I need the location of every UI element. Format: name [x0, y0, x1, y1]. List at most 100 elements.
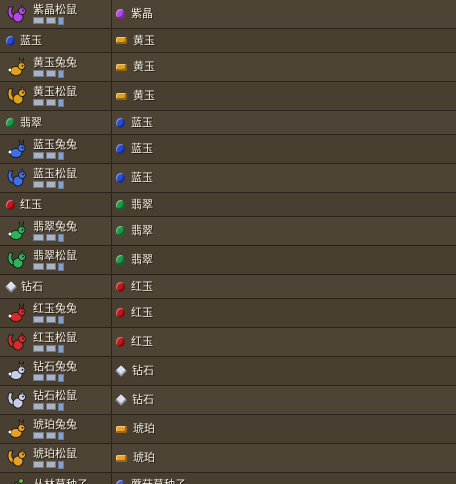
result-cell: 翡翠	[112, 193, 456, 216]
topaz-icon	[116, 37, 127, 44]
platform-badge-icon	[58, 151, 64, 160]
source-cell: 翡翠松鼠	[0, 246, 112, 274]
result-name[interactable]: 黄玉	[133, 34, 155, 47]
bunny-icon	[7, 221, 26, 240]
table-row: 蓝玉兔兔 蓝玉	[0, 135, 456, 164]
platform-badge-icon	[58, 344, 64, 353]
item-name[interactable]: 翡翠松鼠	[33, 249, 77, 262]
item-name[interactable]: 蓝玉兔兔	[33, 138, 77, 151]
emerald-icon	[116, 199, 125, 210]
result-name[interactable]: 红玉	[131, 280, 153, 293]
source-cell: 蓝玉	[0, 29, 112, 52]
platform-badge-icon	[46, 374, 56, 381]
table-row: 黄玉兔兔 黄玉	[0, 53, 456, 82]
result-name[interactable]: 琥珀	[133, 452, 155, 464]
sapphire-icon	[116, 144, 125, 154]
item-name[interactable]: 黄玉兔兔	[33, 56, 77, 69]
result-cell: 黄玉	[112, 82, 456, 110]
result-name[interactable]: 黄玉	[133, 61, 155, 73]
source-cell: 琥珀兔兔	[0, 415, 112, 443]
item-name[interactable]: 蓝玉松鼠	[33, 167, 77, 180]
item-name[interactable]: 翡翠	[20, 116, 42, 129]
result-name[interactable]: 紫晶	[131, 8, 153, 20]
source-gem-icon	[5, 280, 17, 293]
table-row: 翡翠兔兔 翡翠	[0, 217, 456, 246]
result-name[interactable]: 钻石	[132, 365, 154, 377]
result-name[interactable]: 琥珀	[133, 423, 155, 435]
item-name[interactable]: 丛林草种子	[33, 478, 88, 484]
platform-badge-icon	[58, 69, 64, 78]
source-cell: 黄玉兔兔	[0, 53, 112, 81]
result-name[interactable]: 蓝玉	[131, 116, 153, 129]
version-badges	[33, 344, 77, 353]
result-cell: 红玉	[112, 328, 456, 356]
result-name[interactable]: 蘑菇草种子	[131, 478, 186, 484]
ruby-icon	[116, 337, 125, 347]
result-cell: 红玉	[112, 299, 456, 327]
item-name[interactable]: 紫晶松鼠	[33, 3, 77, 16]
amber-icon	[116, 425, 127, 433]
squirrel-icon	[7, 4, 26, 23]
platform-badge-icon	[46, 403, 56, 410]
table-row: 钻石兔兔 钻石	[0, 357, 456, 386]
result-name[interactable]: 翡翠	[131, 198, 153, 211]
version-badges	[33, 98, 77, 107]
source-cell: 翡翠兔兔	[0, 217, 112, 245]
source-cell: 翡翠	[0, 111, 112, 134]
platform-badge-icon	[33, 316, 44, 323]
mushroom-grass-seeds-icon	[116, 479, 125, 484]
table-row: 钻石松鼠 钻石	[0, 386, 456, 415]
result-name[interactable]: 蓝玉	[131, 172, 153, 184]
source-cell: 红玉松鼠	[0, 328, 112, 356]
result-name[interactable]: 钻石	[132, 394, 154, 406]
source-cell: 钻石兔兔	[0, 357, 112, 385]
squirrel-icon	[7, 390, 26, 409]
table-row: 红玉松鼠 红玉	[0, 328, 456, 357]
result-name[interactable]: 蓝玉	[131, 143, 153, 155]
platform-badge-icon	[46, 432, 56, 439]
platform-badge-icon	[33, 432, 44, 439]
item-name[interactable]: 黄玉松鼠	[33, 85, 77, 98]
source-cell: 钻石	[0, 275, 112, 298]
platform-badge-icon	[33, 17, 44, 24]
source-cell: 琥珀松鼠	[0, 444, 112, 472]
result-cell: 红玉	[112, 275, 456, 298]
result-name[interactable]: 红玉	[131, 307, 153, 319]
bunny-icon	[7, 419, 26, 438]
item-name[interactable]: 蓝玉	[20, 34, 42, 47]
item-name[interactable]: 红玉松鼠	[33, 331, 77, 344]
source-gem-icon	[6, 117, 15, 128]
item-name[interactable]: 钻石松鼠	[33, 389, 77, 402]
result-cell: 翡翠	[112, 246, 456, 274]
platform-badge-icon	[58, 233, 64, 242]
table-row: 琥珀松鼠 琥珀	[0, 444, 456, 473]
item-name[interactable]: 钻石兔兔	[33, 360, 77, 373]
bunny-icon	[7, 361, 26, 380]
platform-badge-icon	[58, 460, 64, 469]
item-name[interactable]: 琥珀松鼠	[33, 447, 77, 460]
platform-badge-icon	[46, 234, 56, 241]
result-name[interactable]: 翡翠	[131, 254, 153, 266]
bunny-icon	[7, 139, 26, 158]
platform-badge-icon	[33, 403, 44, 410]
result-name[interactable]: 翡翠	[131, 225, 153, 237]
platform-badge-icon	[33, 263, 44, 270]
source-cell: 红玉兔兔	[0, 299, 112, 327]
result-name[interactable]: 黄玉	[133, 90, 155, 102]
platform-badge-icon	[46, 152, 56, 159]
platform-badge-icon	[46, 99, 56, 106]
item-name[interactable]: 红玉兔兔	[33, 302, 77, 315]
source-cell: 丛林草种子	[0, 473, 112, 484]
version-badges	[33, 16, 77, 25]
item-name[interactable]: 翡翠兔兔	[33, 220, 77, 233]
amethyst-icon	[116, 9, 125, 19]
item-name[interactable]: 红玉	[20, 198, 42, 211]
item-name[interactable]: 钻石	[21, 280, 43, 293]
platform-badge-icon	[46, 17, 56, 24]
result-name[interactable]: 红玉	[131, 336, 153, 348]
item-name[interactable]: 琥珀兔兔	[33, 418, 77, 431]
table-row: 翡翠松鼠 翡翠	[0, 246, 456, 275]
result-cell: 蓝玉	[112, 164, 456, 192]
platform-badge-icon	[33, 70, 44, 77]
source-cell: 蓝玉兔兔	[0, 135, 112, 163]
